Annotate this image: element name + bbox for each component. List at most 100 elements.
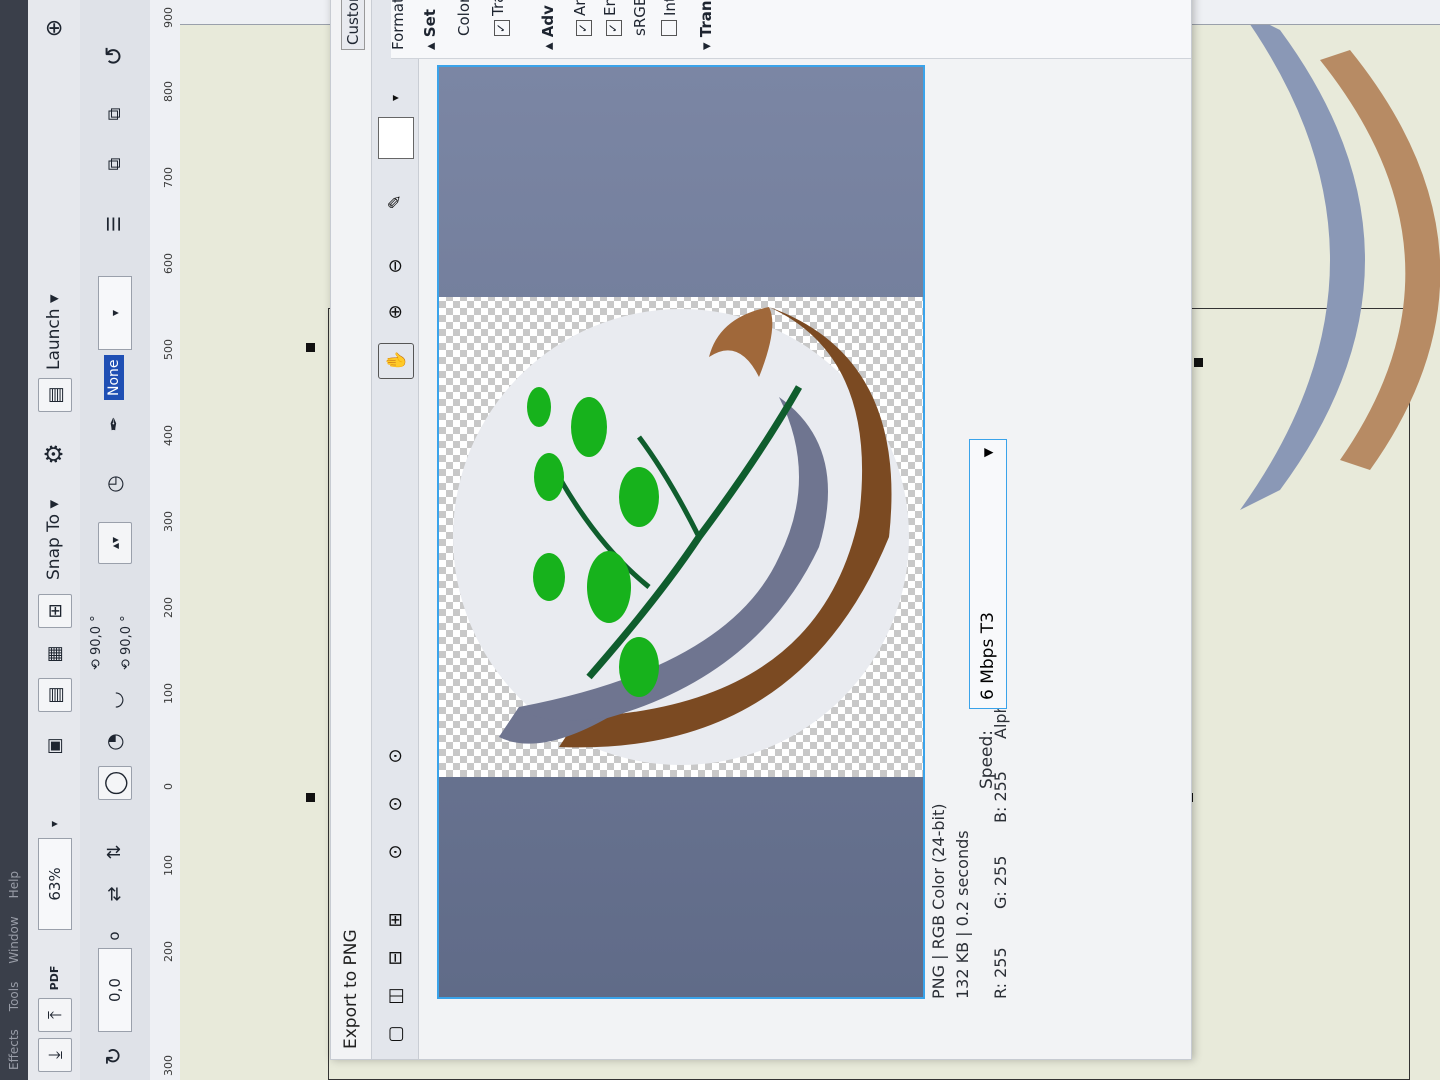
- rotation-input[interactable]: 0,0: [98, 948, 132, 1032]
- guidelines-icon[interactable]: ⊞: [38, 594, 72, 628]
- outline-dropdown[interactable]: ▾: [98, 276, 132, 350]
- grid-icon[interactable]: ▦: [38, 638, 70, 670]
- to-back-icon[interactable]: ⧉: [98, 98, 130, 130]
- ruler-tick: 100: [162, 855, 175, 876]
- speed-value: 6 Mbps T3: [978, 612, 998, 700]
- pen-icon: ✒: [103, 416, 125, 432]
- menu-item-window[interactable]: Window: [7, 916, 21, 963]
- mirror-vertical-icon[interactable]: ⇅: [98, 836, 130, 868]
- advanced-header: Adv: [539, 5, 557, 38]
- rotation-unit-label: o: [105, 931, 123, 941]
- ruler-tick: 300: [162, 511, 175, 532]
- pan-hand-icon[interactable]: ✋: [378, 343, 414, 379]
- angle-stepper[interactable]: ▴▾: [98, 522, 132, 564]
- menu-item-effects[interactable]: Effects: [7, 1029, 21, 1070]
- property-bar: ↻ 0,0 o ⇄ ⇅ ◯ ◔ ◡ ⟲ 90,0 ° ⟲ 90,0 ° ▴▾ ◷…: [80, 0, 151, 1080]
- speed-select[interactable]: 6 Mbps T3 ▼: [969, 439, 1007, 709]
- eyedropper-icon[interactable]: ✎: [378, 185, 412, 219]
- leaf-icon: [534, 453, 564, 501]
- ruler-tick: 700: [162, 167, 175, 188]
- gear-icon[interactable]: ⚙: [38, 438, 70, 470]
- rulers-icon[interactable]: ▤: [38, 678, 72, 712]
- mirror-horizontal-icon[interactable]: ⇄: [98, 878, 130, 910]
- anti-alias-label: Anti-a: [571, 0, 589, 16]
- rotation-unit: o: [98, 920, 130, 952]
- logo-circle: [453, 309, 909, 765]
- red-value: R: 255: [991, 947, 1010, 999]
- split-horizontal-icon[interactable]: ⊟: [378, 941, 412, 975]
- menu-item-help[interactable]: Help: [7, 871, 21, 898]
- ruler-tick: 800: [162, 81, 175, 102]
- quad-view-icon[interactable]: ⊞: [378, 903, 412, 937]
- transformation-header: Trans: [697, 0, 715, 38]
- dialog-title: Export to PNG: [341, 929, 361, 1049]
- arc-icon[interactable]: ◡: [98, 684, 130, 716]
- add-icon[interactable]: ⊕: [38, 12, 70, 44]
- zoom-fit-icon[interactable]: ⊙: [378, 835, 412, 869]
- background-color-swatch[interactable]: [378, 117, 414, 159]
- wrap-text-icon[interactable]: ☰: [98, 208, 130, 240]
- background-color-dropdown[interactable]: ▾: [378, 81, 412, 115]
- launch-button[interactable]: Launch ▾: [38, 295, 70, 371]
- preset-select[interactable]: Custom: [341, 0, 365, 50]
- convert-to-curves-icon[interactable]: ↺: [98, 40, 130, 72]
- leaf-icon: [587, 551, 631, 623]
- single-view-icon[interactable]: ▢: [378, 1017, 412, 1051]
- ellipse-icon[interactable]: ◯: [98, 766, 132, 800]
- zoom-in-icon[interactable]: ⊕: [378, 295, 412, 329]
- ruler-tick: 900: [162, 7, 175, 28]
- zoom-out-icon[interactable]: ⊖: [378, 249, 412, 283]
- export-button[interactable]: ⤒: [38, 998, 72, 1032]
- snap-to-button[interactable]: Snap To ▾: [38, 500, 70, 580]
- zoom-dropdown-icon[interactable]: ▾: [38, 808, 70, 840]
- pdf-icon[interactable]: PDF: [38, 962, 70, 994]
- settings-section-toggle[interactable]: ▴ Set: [421, 9, 439, 50]
- logo-artwork-background: [1240, 10, 1440, 510]
- format-label: Format:: [389, 0, 407, 50]
- pie-icon[interactable]: ◔: [98, 726, 130, 758]
- selection-handle[interactable]: [306, 343, 315, 352]
- selection-handle[interactable]: [306, 793, 315, 802]
- interlace-label: Interla: [661, 0, 679, 16]
- end-angle-field[interactable]: ⟲ 90,0 °: [114, 615, 138, 670]
- ruler-tick: 600: [162, 253, 175, 274]
- horizontal-ruler[interactable]: 300 200 100 0 100 200 300 400 500 600 70…: [150, 0, 181, 1080]
- transformation-section-toggle[interactable]: ▾ Trans: [697, 0, 715, 50]
- leaf-icon: [619, 467, 659, 527]
- zoom-1to1-icon[interactable]: ⊙: [378, 787, 412, 821]
- transparent-background-checkbox[interactable]: ✓Trans: [489, 0, 510, 36]
- rotation-value: 0,0: [106, 978, 124, 1002]
- to-front-icon[interactable]: ⧉: [98, 148, 130, 180]
- export-settings-panel: Custom Format: ▴ Set Color m ✓Trans ▴ Ad…: [341, 0, 1191, 59]
- split-vertical-icon[interactable]: ◫: [378, 979, 412, 1013]
- outline-width-select[interactable]: None: [98, 355, 130, 400]
- rotate-icon: ↻: [101, 1046, 127, 1066]
- leaf-icon: [619, 637, 659, 697]
- menu-bar: Effects Tools Window Help: [0, 0, 28, 1080]
- launch-icon[interactable]: ▤: [38, 378, 72, 412]
- clock-icon[interactable]: ◷: [98, 468, 130, 500]
- start-angle-field[interactable]: ⟲ 90,0 °: [84, 615, 108, 670]
- zoom-100-icon[interactable]: ⊙: [378, 739, 412, 773]
- color-mode-label: Color m: [455, 0, 473, 36]
- interlaced-checkbox[interactable]: Interla: [661, 0, 679, 36]
- embed-profile-checkbox[interactable]: ✓Embe: [601, 0, 622, 36]
- zoom-select[interactable]: 63%: [38, 838, 72, 930]
- selection-handle[interactable]: [1194, 358, 1203, 367]
- advanced-section-toggle[interactable]: ▴ Adv: [539, 5, 557, 50]
- leaf-icon: [571, 397, 607, 457]
- export-png-dialog: Export to PNG ▢ ◫ ⊟ ⊞ ⊙ ⊙ ⊙ ✋ ⊕ ⊖ ✎ ▾ PN…: [330, 0, 1192, 1060]
- leaf-icon: [533, 553, 565, 601]
- anti-aliasing-checkbox[interactable]: ✓Anti-a: [571, 0, 592, 36]
- zoom-value: 63%: [46, 867, 64, 901]
- import-button[interactable]: ⤓: [38, 1038, 72, 1072]
- standard-toolbar: ⤓ ⤒ PDF 63% ▾ ▣ ▤ ▦ ⊞ Snap To ▾ ⚙ ▤ Laun…: [28, 0, 81, 1080]
- logo-preview: [453, 307, 909, 765]
- ruler-tick: 100: [162, 683, 175, 704]
- full-screen-icon[interactable]: ▣: [38, 730, 70, 762]
- ruler-tick: 0: [162, 783, 175, 790]
- end-angle-value: 90,0 °: [118, 615, 134, 655]
- color-profile-label: sRGB IEC: [631, 0, 649, 36]
- export-preview[interactable]: [437, 65, 925, 999]
- menu-item-tools[interactable]: Tools: [7, 982, 21, 1012]
